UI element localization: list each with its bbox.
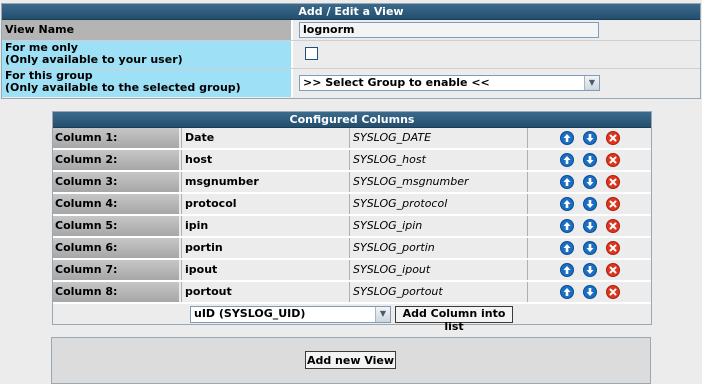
add-column-select-value: uID (SYSLOG_UID): [194, 307, 306, 320]
view-name-input[interactable]: lognorm: [299, 22, 599, 38]
column-actions: [527, 216, 651, 236]
column-field-name: msgnumber: [181, 172, 348, 192]
chevron-down-icon: ▼: [584, 76, 599, 90]
column-actions: [527, 260, 651, 280]
column-field-id: SYSLOG_DATE: [349, 128, 527, 148]
column-field-id: SYSLOG_portin: [349, 238, 527, 258]
for-me-cell: [297, 41, 697, 68]
column-row: Column 1: Date SYSLOG_DATE: [53, 128, 651, 150]
add-column-select[interactable]: uID (SYSLOG_UID) ▼: [190, 306, 391, 323]
group-select[interactable]: >> Select Group to enable << ▼: [299, 75, 600, 91]
column-label: Column 3:: [53, 172, 179, 192]
edit-view-panel: Add / Edit a View View Name lognorm For …: [1, 3, 701, 99]
column-label: Column 5:: [53, 216, 179, 236]
for-me-checkbox[interactable]: [305, 47, 318, 60]
column-row: Column 3: msgnumber SYSLOG_msgnumber: [53, 172, 651, 194]
column-field-id: SYSLOG_ipin: [349, 216, 527, 236]
column-actions: [527, 128, 651, 148]
column-label: Column 6:: [53, 238, 179, 258]
column-label: Column 1:: [53, 128, 179, 148]
delete-icon[interactable]: [606, 197, 620, 211]
arrow-up-icon[interactable]: [560, 131, 574, 145]
for-me-label: For me only (Only available to your user…: [2, 41, 293, 68]
group-select-value: >> Select Group to enable <<: [303, 76, 490, 89]
delete-icon[interactable]: [606, 175, 620, 189]
arrow-up-icon[interactable]: [560, 153, 574, 167]
delete-icon[interactable]: [606, 219, 620, 233]
column-field-name: host: [181, 150, 348, 170]
column-actions: [527, 282, 651, 302]
arrow-up-icon[interactable]: [560, 241, 574, 255]
column-row: Column 8: portout SYSLOG_portout: [53, 282, 651, 304]
for-group-cell: >> Select Group to enable << ▼: [297, 69, 697, 97]
column-field-name: ipin: [181, 216, 348, 236]
column-field-name: portin: [181, 238, 348, 258]
arrow-up-icon[interactable]: [560, 285, 574, 299]
delete-icon[interactable]: [606, 153, 620, 167]
edit-view-title: Add / Edit a View: [2, 4, 700, 20]
for-group-label-line2: (Only available to the selected group): [5, 81, 241, 94]
add-new-view-button[interactable]: Add new View: [305, 351, 396, 369]
view-name-cell: lognorm: [297, 20, 697, 40]
column-actions: [527, 172, 651, 192]
arrow-up-icon[interactable]: [560, 197, 574, 211]
view-name-row: View Name lognorm: [2, 20, 700, 40]
arrow-down-icon[interactable]: [583, 197, 597, 211]
arrow-down-icon[interactable]: [583, 219, 597, 233]
chevron-down-icon: ▼: [375, 307, 390, 322]
arrow-down-icon[interactable]: [583, 131, 597, 145]
arrow-down-icon[interactable]: [583, 285, 597, 299]
column-row: Column 4: protocol SYSLOG_protocol: [53, 194, 651, 216]
arrow-up-icon[interactable]: [560, 263, 574, 277]
arrow-down-icon[interactable]: [583, 153, 597, 167]
bottom-panel: Add new View: [51, 337, 651, 384]
column-field-id: SYSLOG_msgnumber: [349, 172, 527, 192]
arrow-up-icon[interactable]: [560, 175, 574, 189]
column-field-id: SYSLOG_host: [349, 150, 527, 170]
column-field-id: SYSLOG_ipout: [349, 260, 527, 280]
column-row: Column 6: portin SYSLOG_portin: [53, 238, 651, 260]
arrow-down-icon[interactable]: [583, 175, 597, 189]
for-group-label: For this group (Only available to the se…: [2, 69, 293, 97]
column-actions: [527, 194, 651, 214]
for-me-row: For me only (Only available to your user…: [2, 41, 700, 68]
column-label: Column 2:: [53, 150, 179, 170]
view-name-label: View Name: [2, 20, 293, 40]
column-field-name: protocol: [181, 194, 348, 214]
delete-icon[interactable]: [606, 263, 620, 277]
delete-icon[interactable]: [606, 131, 620, 145]
configured-columns-title: Configured Columns: [53, 112, 651, 128]
column-field-name: portout: [181, 282, 348, 302]
add-column-row: uID (SYSLOG_UID) ▼ Add Column into list: [53, 304, 651, 333]
column-field-id: SYSLOG_portout: [349, 282, 527, 302]
for-group-row: For this group (Only available to the se…: [2, 69, 700, 97]
arrow-down-icon[interactable]: [583, 263, 597, 277]
column-row: Column 2: host SYSLOG_host: [53, 150, 651, 172]
delete-icon[interactable]: [606, 285, 620, 299]
arrow-down-icon[interactable]: [583, 241, 597, 255]
column-field-name: Date: [181, 128, 348, 148]
column-row: Column 5: ipin SYSLOG_ipin: [53, 216, 651, 238]
add-column-button[interactable]: Add Column into list: [395, 306, 513, 333]
delete-icon[interactable]: [606, 241, 620, 255]
column-field-id: SYSLOG_protocol: [349, 194, 527, 214]
configured-columns-panel: Configured Columns Column 1: Date SYSLOG_D…: [52, 111, 652, 333]
arrow-up-icon[interactable]: [560, 219, 574, 233]
column-row: Column 7: ipout SYSLOG_ipout: [53, 260, 651, 282]
column-label: Column 8:: [53, 282, 179, 302]
column-actions: [527, 150, 651, 170]
column-label: Column 4:: [53, 194, 179, 214]
for-me-label-line2: (Only available to your user): [5, 53, 183, 66]
column-actions: [527, 238, 651, 258]
column-label: Column 7:: [53, 260, 179, 280]
column-field-name: ipout: [181, 260, 348, 280]
